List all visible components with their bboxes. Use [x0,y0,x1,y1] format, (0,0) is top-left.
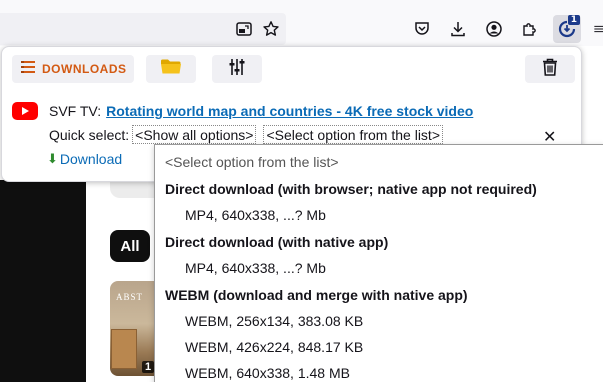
video-title-link[interactable]: Rotating world map and countries - 4K fr… [106,103,473,119]
format-options-list: <Select option from the list> Direct dow… [154,144,603,382]
filter-chip-all[interactable]: All [110,230,150,262]
download-arrow-icon[interactable] [445,16,471,42]
format-select-dropdown[interactable]: <Select option from the list> [263,125,443,144]
open-folder-button[interactable] [146,55,196,83]
video-player-edge [0,180,86,382]
trash-icon [542,58,558,81]
option-item[interactable]: WEBM, 256x134, 383.08 KB [185,313,363,329]
thumbnail-number: 1 [142,361,155,373]
download-link[interactable]: ⬇ Download [47,151,122,167]
quick-select-row: Quick select: <Show all options> <Select… [49,125,443,144]
option-item[interactable]: WEBM, 640x338, 1.48 MB [185,365,350,381]
option-group-direct-native: Direct download (with native app) [165,234,389,250]
youtube-icon [12,102,38,120]
picture-in-picture-icon[interactable] [231,16,257,42]
clear-list-button[interactable] [525,55,575,83]
option-group-webm: WEBM (download and merge with native app… [165,287,468,303]
extension-badge: 1 [567,15,580,25]
list-icon [20,60,36,79]
quick-select-dropdown[interactable]: <Show all options> [132,125,257,144]
video-downloader-icon[interactable]: 1 [553,15,581,43]
sliders-icon [228,58,246,81]
downloads-label: DOWNLOADS [42,62,127,76]
video-thumbnail[interactable]: ABST 1 [110,281,156,376]
account-icon[interactable] [481,16,507,42]
folder-icon [160,58,182,80]
thumbnail-furniture [111,329,137,369]
thumbnail-text: ABST [116,292,144,302]
option-item[interactable]: MP4, 640x338, ...? Mb [185,207,326,223]
option-item[interactable]: WEBM, 426x224, 848.17 KB [185,339,363,355]
settings-button[interactable] [212,55,262,83]
option-item[interactable]: MP4, 640x338, ...? Mb [185,260,326,276]
bookmark-star-icon[interactable] [258,16,284,42]
download-label: Download [59,151,123,167]
menu-icon[interactable] [593,16,603,42]
video-row: SVF TV: Rotating world map and countries… [12,102,473,120]
option-placeholder[interactable]: <Select option from the list> [165,154,339,170]
pocket-icon[interactable] [409,16,435,42]
extensions-puzzle-icon[interactable] [517,16,543,42]
browser-toolbar: 1 [0,0,603,46]
download-arrow-icon: ⬇ [47,151,58,167]
quick-select-label: Quick select: [49,126,130,143]
option-group-direct-browser: Direct download (with browser; native ap… [165,181,537,197]
source-label: SVF TV: [49,103,102,119]
downloads-button[interactable]: DOWNLOADS [12,55,134,83]
